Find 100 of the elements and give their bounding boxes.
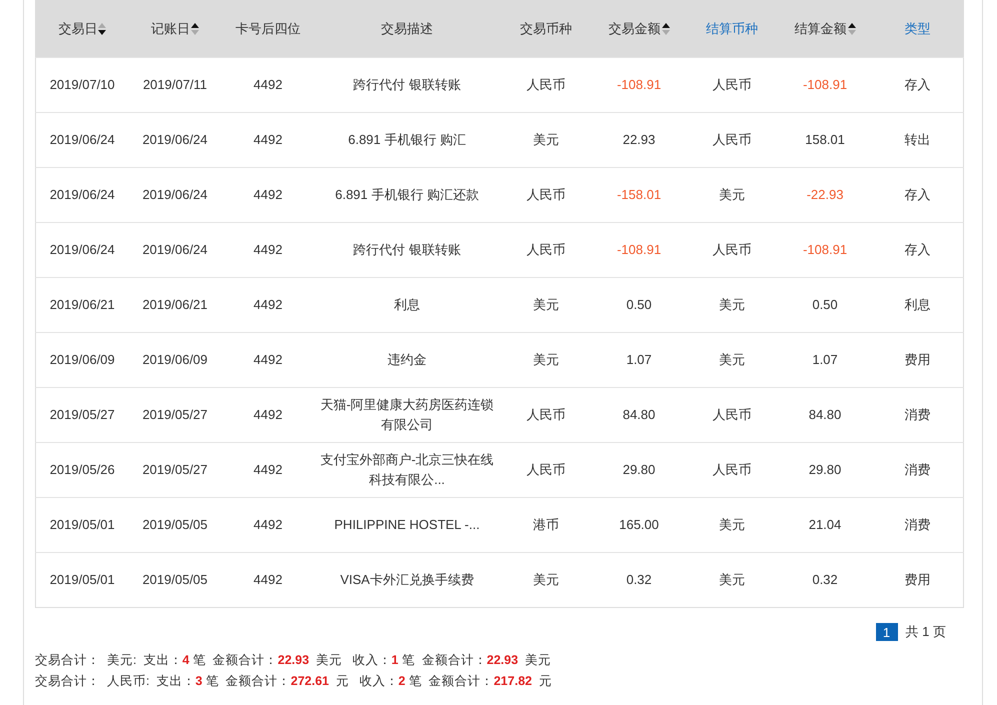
table-cell: 消费 — [904, 407, 930, 422]
table-cell: 人民币 — [712, 77, 752, 92]
table-cell: 人民币 — [526, 407, 566, 422]
table-cell: 利息 — [394, 297, 420, 312]
table-cell: VISA卡外汇兑换手续费 — [340, 572, 474, 587]
table-cell: 4492 — [254, 407, 282, 422]
table-cell: 2019/06/24 — [50, 132, 115, 147]
table-cell: 费用 — [904, 572, 930, 587]
table-cell: 2019/05/01 — [50, 517, 115, 532]
table-cell: 美元 — [719, 187, 745, 202]
table-cell: 违约金 — [388, 352, 426, 367]
table-cell: 4492 — [254, 352, 282, 367]
sort-icon[interactable] — [848, 22, 856, 36]
table-cell: 人民币 — [712, 242, 752, 257]
column-header[interactable]: 记账日 — [151, 20, 190, 38]
table-cell: 4492 — [254, 517, 282, 532]
sort-icon[interactable] — [191, 22, 199, 36]
table-cell: 2019/05/01 — [50, 572, 115, 587]
table-cell: 人民币 — [712, 462, 752, 477]
table-cell: 2019/05/05 — [142, 572, 208, 587]
table-cell: 2019/07/11 — [142, 77, 208, 92]
table-cell: 存入 — [904, 242, 930, 257]
table-cell: 2019/06/21 — [142, 297, 208, 312]
table-cell: 0.32 — [812, 572, 838, 587]
table-cell: 2019/06/24 — [142, 187, 208, 202]
table-cell: 2019/05/26 — [50, 462, 115, 477]
table-cell: 6.891 手机银行 购汇 — [348, 132, 466, 147]
table-cell: 人民币 — [526, 187, 566, 202]
table-cell: 人民币 — [712, 407, 752, 422]
table-cell: 美元 — [533, 132, 559, 147]
table-cell: 2019/07/10 — [50, 77, 115, 92]
table-cell: 支付宝外部商户-北京三快在线科技有限公... — [320, 452, 494, 487]
table-cell: 0.32 — [626, 572, 652, 587]
table-cell: 存入 — [904, 187, 930, 202]
table-cell: -108.91 — [616, 77, 662, 92]
page-button[interactable]: 1 — [876, 623, 898, 641]
table-cell: 2019/06/21 — [50, 297, 115, 312]
table-cell: 21.04 — [808, 517, 842, 532]
table-cell: 4492 — [254, 242, 282, 257]
table-cell: 美元 — [719, 297, 745, 312]
table-cell: -108.91 — [802, 242, 848, 257]
table-cell: 4492 — [254, 297, 282, 312]
table-cell: 2019/05/27 — [142, 407, 208, 422]
table-cell: 4492 — [254, 187, 282, 202]
table-cell: 2019/06/09 — [142, 352, 208, 367]
column-header[interactable]: 交易金额 — [608, 20, 660, 38]
table-cell: 美元 — [719, 352, 745, 367]
table-cell: 人民币 — [526, 242, 566, 257]
table-cell: 0.50 — [812, 297, 838, 312]
table-cell: 29.80 — [808, 462, 842, 477]
table-cell: PHILIPPINE HOSTEL -... — [334, 517, 480, 532]
table-cell: 158.01 — [805, 132, 845, 147]
table-cell: -22.93 — [806, 187, 844, 202]
summary-line: 交易合计： 美元: 支出：4 笔 金额合计：22.93 美元 收入：1 笔 金额合计：22.93 美元 — [35, 652, 552, 669]
table-cell: 22.93 — [622, 132, 656, 147]
table-cell: 人民币 — [712, 132, 752, 147]
table-cell: 跨行代付 银联转账 — [353, 242, 461, 257]
table-cell: 天猫-阿里健康大药房医药连锁有限公司 — [320, 397, 494, 432]
table-cell: 4492 — [254, 77, 282, 92]
table-cell: 美元 — [533, 297, 559, 312]
table-cell: 2019/05/27 — [142, 462, 208, 477]
table-cell: -158.01 — [616, 187, 662, 202]
table-cell: 费用 — [904, 352, 930, 367]
column-header[interactable]: 结算币种 — [706, 20, 758, 38]
column-header[interactable]: 结算金额 — [794, 20, 846, 38]
column-header: 卡号后四位 — [236, 20, 300, 38]
table-cell: 0.50 — [626, 297, 652, 312]
table-cell: 跨行代付 银联转账 — [353, 77, 461, 92]
table-cell: 2019/05/05 — [142, 517, 208, 532]
table-cell: 美元 — [533, 572, 559, 587]
table-cell: 消费 — [904, 517, 930, 532]
table-cell: 人民币 — [526, 77, 566, 92]
page-count: 共 1 页 — [906, 623, 946, 641]
table-cell: 4492 — [254, 572, 282, 587]
table-cell: 人民币 — [526, 462, 566, 477]
column-header[interactable]: 交易日 — [58, 20, 98, 38]
table-cell: 美元 — [719, 517, 745, 532]
sort-icon[interactable] — [662, 22, 670, 36]
table-cell: 2019/06/24 — [50, 242, 115, 257]
table-cell: 6.891 手机银行 购汇还款 — [335, 187, 479, 202]
table-cell: 美元 — [719, 572, 745, 587]
column-header[interactable]: 类型 — [904, 20, 930, 38]
table-cell: 84.80 — [622, 407, 656, 422]
table-cell: 2019/06/24 — [50, 187, 115, 202]
table-cell: 转出 — [904, 132, 930, 147]
table-cell: 利息 — [904, 297, 930, 312]
table-cell: 29.80 — [622, 462, 656, 477]
table-cell: 港币 — [533, 517, 559, 532]
table-cell: 4492 — [254, 462, 282, 477]
table-cell: 84.80 — [808, 407, 842, 422]
table-cell: -108.91 — [802, 77, 848, 92]
table-cell: 2019/06/09 — [50, 352, 115, 367]
summary-line: 交易合计： 人民币: 支出：3 笔 金额合计：272.61 元 收入：2 笔 金额合计：217.82 元 — [35, 673, 553, 690]
column-header: 交易币种 — [520, 20, 572, 38]
table-cell: 美元 — [533, 352, 559, 367]
table-cell: 2019/05/27 — [50, 407, 115, 422]
sort-icon[interactable] — [98, 22, 106, 36]
column-header: 交易描述 — [381, 20, 433, 38]
table-cell: 1.07 — [626, 352, 652, 367]
table-cell: 165.00 — [619, 517, 659, 532]
